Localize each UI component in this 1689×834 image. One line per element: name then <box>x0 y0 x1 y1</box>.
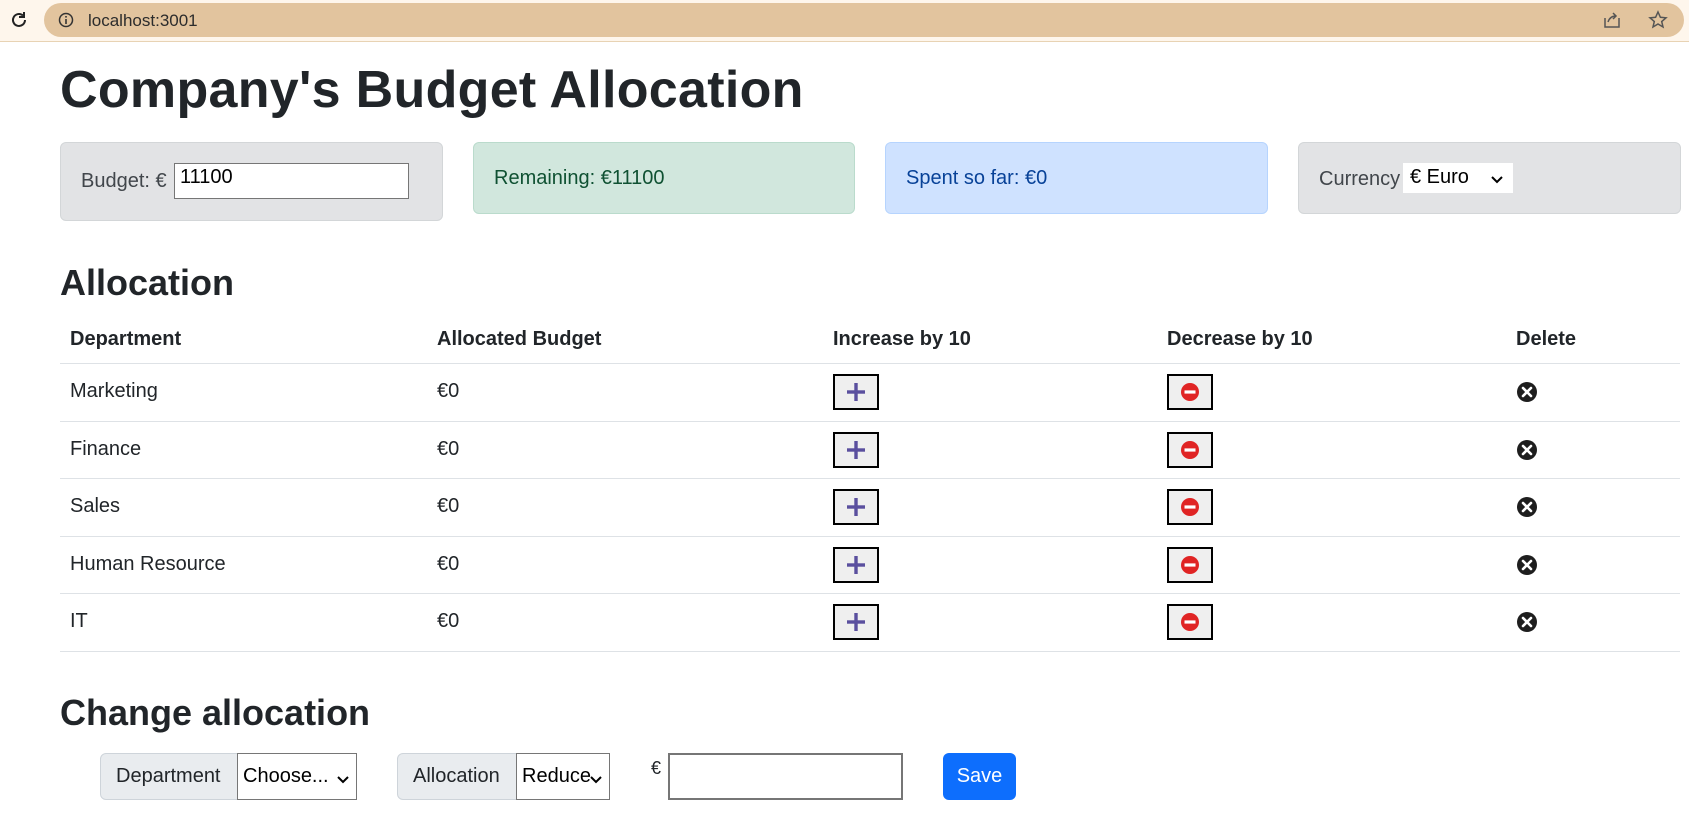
column-header: Increase by 10 <box>833 328 971 350</box>
department-select[interactable]: Choose... <box>237 753 357 800</box>
increase-button[interactable] <box>833 604 879 640</box>
minus-circle-icon <box>1181 440 1199 459</box>
info-icon[interactable] <box>58 12 74 28</box>
department-name: Finance <box>70 437 142 460</box>
department-name: Marketing <box>70 380 158 402</box>
spent-text: Spent so far: €0 <box>906 167 1048 189</box>
increase-button[interactable] <box>833 431 879 468</box>
chevron-down-icon <box>1490 170 1504 184</box>
spent-card: Spent so far: €0 <box>885 142 1268 214</box>
table-row: Sales €0 <box>60 479 1680 537</box>
delete-x-circle-icon[interactable] <box>1516 381 1538 403</box>
currency-label: Currency <box>1319 168 1401 190</box>
plus-icon <box>847 440 865 459</box>
table-row: Human Resource €0 <box>60 537 1680 594</box>
department-name: Sales <box>70 495 121 517</box>
increase-button[interactable] <box>833 489 879 525</box>
minus-circle-icon <box>1181 383 1199 401</box>
column-header: Department <box>70 328 182 350</box>
plus-icon <box>847 555 865 574</box>
allocation-heading: Allocation <box>60 262 235 303</box>
chevron-down-icon <box>336 770 350 784</box>
allocation-addon-label: Allocation <box>397 753 517 800</box>
bookmark-star-icon[interactable] <box>1648 10 1668 30</box>
remaining-text: Remaining: €11100 <box>494 167 665 189</box>
currency-symbol: € <box>651 758 662 778</box>
allocation-selected-value: Reduce <box>522 765 591 787</box>
delete-x-circle-icon[interactable] <box>1516 554 1538 576</box>
decrease-button[interactable] <box>1167 489 1213 525</box>
column-header: Allocated Budget <box>437 328 602 350</box>
budget-label: Budget: € <box>81 170 167 192</box>
budget-card: Budget: € 11100 <box>60 142 443 221</box>
delete-x-circle-icon[interactable] <box>1516 439 1538 461</box>
currency-selected-value: € Euro <box>1410 166 1469 188</box>
page-title: Company's Budget Allocation <box>60 61 804 119</box>
increase-button[interactable] <box>833 374 879 410</box>
share-icon[interactable] <box>1602 11 1622 29</box>
increase-button[interactable] <box>833 546 879 583</box>
budget-input[interactable]: 11100 <box>174 163 409 199</box>
department-addon-label: Department <box>100 753 238 800</box>
plus-icon <box>847 613 865 631</box>
save-button[interactable]: Save <box>943 753 1016 800</box>
department-selected-value: Choose... <box>243 765 329 787</box>
minus-circle-icon <box>1181 613 1199 631</box>
allocated-budget: €0 <box>437 380 460 402</box>
decrease-button[interactable] <box>1167 604 1213 640</box>
column-header: Delete <box>1516 328 1577 350</box>
minus-circle-icon <box>1181 498 1199 516</box>
chevron-down-icon <box>589 770 603 784</box>
table-row: IT €0 <box>60 594 1680 652</box>
change-allocation-heading: Change allocation <box>60 692 371 733</box>
allocated-budget: €0 <box>437 552 460 575</box>
delete-x-circle-icon[interactable] <box>1516 611 1538 633</box>
table-header: Department Allocated Budget Increase by … <box>60 320 1680 364</box>
allocation-label-text: Allocation <box>413 765 500 787</box>
url-text: localhost:3001 <box>88 11 198 30</box>
plus-icon <box>847 383 865 401</box>
allocated-budget: €0 <box>437 495 460 517</box>
currency-card: Currency € Euro <box>1298 142 1681 214</box>
delete-x-circle-icon[interactable] <box>1516 496 1538 518</box>
department-name: IT <box>70 610 88 632</box>
allocated-budget: €0 <box>437 610 460 632</box>
currency-select[interactable]: € Euro <box>1403 163 1513 193</box>
department-name: Human Resource <box>70 552 226 575</box>
department-label-text: Department <box>116 765 221 787</box>
column-header: Decrease by 10 <box>1167 328 1313 350</box>
address-bar[interactable]: localhost:3001 <box>44 3 1684 37</box>
allocation-type-select[interactable]: Reduce <box>516 753 610 800</box>
plus-icon <box>847 498 865 516</box>
allocation-table: Department Allocated Budget Increase by … <box>60 320 1680 652</box>
allocated-budget: €0 <box>437 437 460 460</box>
reload-icon[interactable] <box>8 9 30 31</box>
decrease-button[interactable] <box>1167 431 1213 468</box>
decrease-button[interactable] <box>1167 374 1213 410</box>
table-row: Marketing €0 <box>60 364 1680 422</box>
browser-toolbar: localhost:3001 <box>0 0 1689 42</box>
minus-circle-icon <box>1181 555 1199 574</box>
remaining-card: Remaining: €11100 <box>473 142 855 214</box>
table-row: Finance €0 <box>60 422 1680 479</box>
amount-input[interactable] <box>668 753 903 800</box>
decrease-button[interactable] <box>1167 546 1213 583</box>
